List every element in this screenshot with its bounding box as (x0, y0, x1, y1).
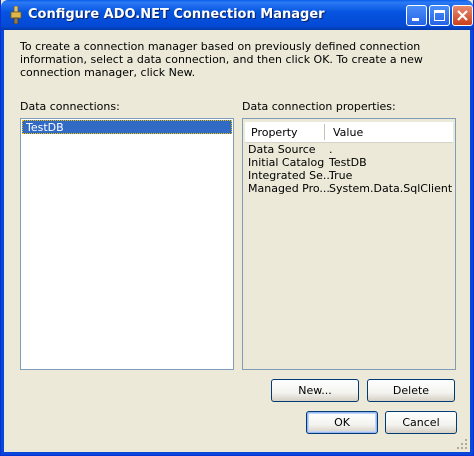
minimize-button[interactable] (406, 5, 427, 26)
dialog-window: Configure ADO.NET Connection Manager To … (0, 0, 474, 456)
property-name: Managed Pro... (248, 182, 330, 195)
close-icon (457, 10, 468, 21)
data-connections-label: Data connections: (20, 100, 120, 113)
table-row[interactable]: Data Source . (248, 143, 453, 156)
value-column-header[interactable]: Value (333, 126, 363, 139)
window-border-bottom (1, 452, 473, 455)
maximize-icon (434, 10, 445, 21)
column-divider[interactable] (324, 124, 325, 140)
data-connection-properties-label: Data connection properties: (242, 100, 396, 113)
properties-header: Property Value (245, 122, 453, 143)
delete-button[interactable]: Delete (367, 379, 455, 402)
property-column-header[interactable]: Property (251, 126, 298, 139)
window-title: Configure ADO.NET Connection Manager (28, 7, 325, 22)
cancel-button[interactable]: Cancel (385, 411, 457, 434)
property-value: True (329, 169, 353, 182)
close-button[interactable] (452, 5, 473, 26)
property-value: . (329, 143, 333, 156)
property-name: Initial Catalog (248, 156, 325, 169)
properties-grid[interactable]: Property Value Data Source . Initial Cat… (242, 118, 456, 370)
maximize-button[interactable] (429, 5, 450, 26)
property-name: Integrated Se... (248, 169, 334, 182)
resize-grip-icon[interactable] (456, 438, 468, 450)
new-button[interactable]: New... (271, 379, 359, 402)
data-connections-list[interactable]: TestDB (20, 118, 234, 370)
property-value: TestDB (329, 156, 367, 169)
connection-manager-icon (10, 6, 22, 24)
list-item[interactable]: TestDB (22, 120, 232, 134)
ok-button[interactable]: OK (306, 411, 378, 434)
table-row[interactable]: Integrated Se... True (248, 169, 453, 182)
window-border-right (470, 30, 473, 455)
table-row[interactable]: Managed Pro... System.Data.SqlClient (248, 182, 453, 195)
title-bar[interactable]: Configure ADO.NET Connection Manager (1, 0, 473, 30)
window-border-left (1, 30, 4, 455)
table-row[interactable]: Initial Catalog TestDB (248, 156, 453, 169)
instructions-text: To create a connection manager based on … (20, 40, 423, 79)
property-value: System.Data.SqlClient (329, 182, 453, 195)
minimize-icon (412, 18, 419, 21)
property-name: Data Source (248, 143, 316, 156)
